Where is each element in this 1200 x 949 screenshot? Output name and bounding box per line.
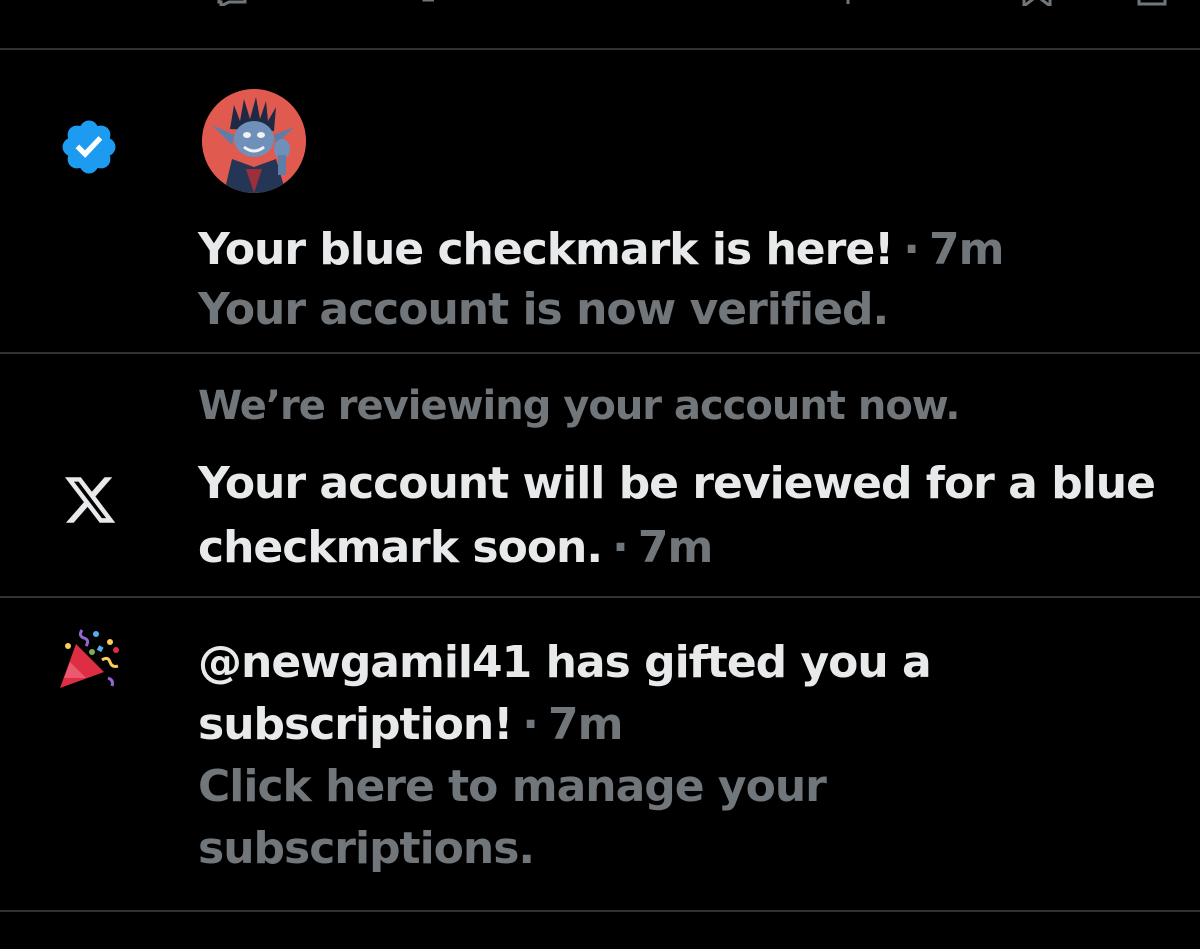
reply-icon[interactable] xyxy=(215,0,249,6)
notification-gift[interactable]: @newgamil41 has gifted you a subscriptio… xyxy=(0,598,1200,910)
share-icon[interactable] xyxy=(1135,0,1169,6)
separator: · xyxy=(522,699,539,750)
timestamp: 7m xyxy=(548,699,623,750)
like-icon[interactable] xyxy=(625,0,659,6)
views-icon[interactable] xyxy=(830,0,864,6)
timestamp: 7m xyxy=(928,224,1004,275)
divider xyxy=(0,910,1200,912)
verified-badge-icon xyxy=(58,116,120,178)
retweet-icon[interactable] xyxy=(420,0,454,6)
party-popper-icon xyxy=(56,626,122,692)
notification-text: @newgamil41 has gifted you a subscriptio… xyxy=(198,632,1170,880)
notification-body: Your account is now verified. xyxy=(198,284,889,335)
tweet-action-bar xyxy=(0,0,1200,48)
bookmark-icon[interactable] xyxy=(1020,0,1054,6)
separator: · xyxy=(903,224,920,275)
notification-title: Your blue checkmark is here! xyxy=(198,224,894,275)
avatar[interactable] xyxy=(202,89,306,193)
notification-verified[interactable]: Your blue checkmark is here! · 7m Your acc… xyxy=(0,50,1200,352)
goblin-avatar-icon xyxy=(202,89,306,193)
manage-subscriptions-link[interactable]: Click here to manage your subscriptions. xyxy=(198,756,878,880)
notification-subtitle: We’re reviewing your account now. xyxy=(198,383,960,429)
timestamp: 7m xyxy=(637,522,713,573)
notification-text: Your account will be reviewed for a blue… xyxy=(198,452,1170,580)
notification-subtitle-wrap: We’re reviewing your account now. xyxy=(198,380,1170,432)
notifications-screen: Your blue checkmark is here! · 7m Your acc… xyxy=(0,0,1200,949)
notification-text: Your blue checkmark is here! · 7m Your acc… xyxy=(198,220,1170,340)
separator: · xyxy=(612,522,629,573)
notification-review[interactable]: We’re reviewing your account now. Your a… xyxy=(0,354,1200,596)
x-logo-icon xyxy=(62,472,118,528)
